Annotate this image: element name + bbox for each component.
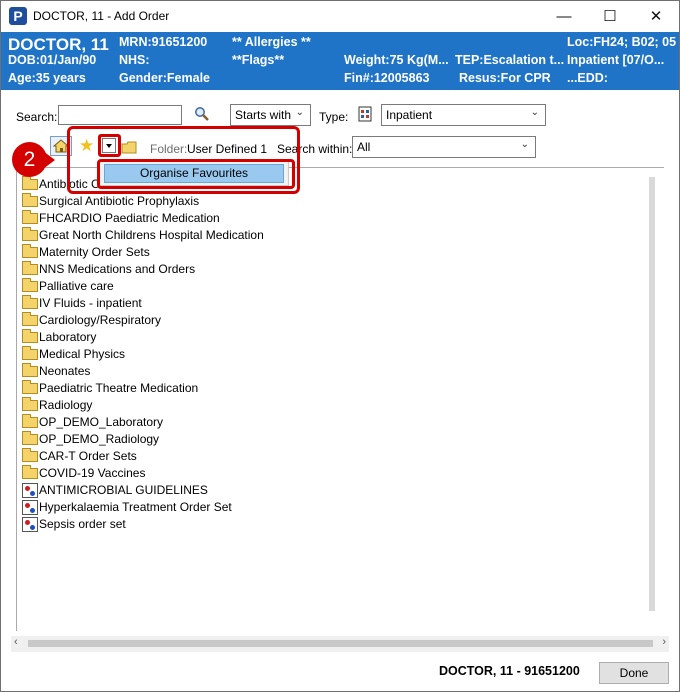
minimize-button[interactable]: — [541,1,587,32]
search-within-select[interactable]: All ⌄ [352,136,536,158]
tree-item-label: Palliative care [39,279,114,293]
vertical-scrollbar[interactable] [649,177,655,611]
horizontal-scrollbar[interactable]: ‹ › [11,636,669,652]
title-bar: P DOCTOR, 11 - Add Order — ☐ ✕ [1,1,679,32]
search-within-value: All [357,140,371,154]
search-label: Search: [16,110,58,124]
tree-item-label: Cardiology/Respiratory [39,313,162,327]
close-button[interactable]: ✕ [633,1,679,32]
scroll-left-icon[interactable]: ‹ [14,636,18,648]
patient-name: DOCTOR, 11 [8,35,109,54]
folder-icon [22,448,38,462]
folder-icon [22,431,38,445]
tree-item-label: Laboratory [39,330,97,344]
tree-item-label: OP_DEMO_Radiology [39,432,160,446]
folder-icon [22,380,38,394]
tree-item-label: Surgical Antibiotic Prophylaxis [39,194,200,208]
match-mode-value: Starts with [235,108,292,122]
resus: Resus:For CPR [459,71,551,85]
folder-icon [22,227,38,241]
tree-item-label: OP_DEMO_Laboratory [39,415,164,429]
search-icon[interactable] [194,106,210,122]
patient-banner: DOCTOR, 11 MRN:91651200 ** Allergies ** … [1,32,679,90]
chevron-down-icon: ⌄ [295,107,304,118]
order-set-icon [22,517,38,532]
match-mode-select[interactable]: Starts with ⌄ [230,104,311,126]
tree-item-label: Sepsis order set [39,517,126,531]
window-title: DOCTOR, 11 - Add Order [33,9,170,23]
tree-item-label: Radiology [39,398,93,412]
folder-icon [22,414,38,428]
age: Age:35 years [8,71,86,85]
dob: DOB:01/Jan/90 [8,53,97,67]
footer-patient-label: DOCTOR, 11 - 91651200 [439,664,580,678]
folder-icon [22,176,38,190]
folder-icon [22,193,38,207]
allergies[interactable]: ** Allergies ** [232,35,311,49]
folder-icon [22,329,38,343]
folder-icon [22,465,38,479]
folder-icon [22,363,38,377]
tree-item-label: Medical Physics [39,347,126,361]
folder-icon [22,278,38,292]
folder-icon [22,210,38,224]
location: Loc:FH24; B02; 05 [567,35,677,49]
folder-icon [22,244,38,258]
type-select[interactable]: Inpatient ⌄ [381,104,546,126]
tree-item-label: IV Fluids - inpatient [39,296,142,310]
search-input[interactable] [58,105,182,125]
weight: Weight:75 Kg(M... [344,53,449,67]
dropdown-highlight-outline [98,134,121,157]
nhs: NHS: [119,53,150,67]
tree-item-label: Maternity Order Sets [39,245,150,259]
tep: TEP:Escalation t... [455,53,565,67]
tree-item-label: Hyperkalaemia Treatment Order Set [39,500,232,514]
scroll-thumb[interactable] [28,640,653,647]
fin: Fin#:12005863 [344,71,430,85]
order-type-icon [356,105,374,123]
menu-highlight-outline [97,159,295,189]
tree-item-label: FHCARDIO Paediatric Medication [39,211,220,225]
encounter: Inpatient [07/O... [567,53,665,67]
tree-item-label: NNS Medications and Orders [39,262,196,276]
tree-item-label: Paediatric Theatre Medication [39,381,199,395]
flags[interactable]: **Flags** [232,53,284,67]
folder-icon [22,346,38,360]
step-callout-badge: 2 [12,142,47,177]
tree-item-label: COVID-19 Vaccines [39,466,146,480]
type-label: Type: [319,110,349,124]
done-button[interactable]: Done [599,662,669,684]
edd: ...EDD: [567,71,608,85]
maximize-button[interactable]: ☐ [587,1,633,32]
folder-icon [22,261,38,275]
chevron-down-icon: ⌄ [520,139,529,150]
order-set-icon [22,500,38,515]
tree-item-label: Great North Childrens Hospital Medicatio… [39,228,264,242]
type-value: Inpatient [386,108,433,122]
folder-icon [22,312,38,326]
tree-item-label: Neonates [39,364,91,378]
folder-icon [22,295,38,309]
order-set-icon [22,483,38,498]
chevron-down-icon: ⌄ [530,107,539,118]
gender: Gender:Female [119,71,211,85]
scroll-right-icon[interactable]: › [662,636,666,648]
tree-item-label: ANTIMICROBIAL GUIDELINES [39,483,208,497]
tree-item-label: CAR-T Order Sets [39,449,137,463]
mrn: MRN:91651200 [119,35,208,49]
folder-icon [22,397,38,411]
add-order-window: P DOCTOR, 11 - Add Order — ☐ ✕ DOCTOR, 1… [0,0,680,692]
app-logo-icon: P [9,7,27,25]
